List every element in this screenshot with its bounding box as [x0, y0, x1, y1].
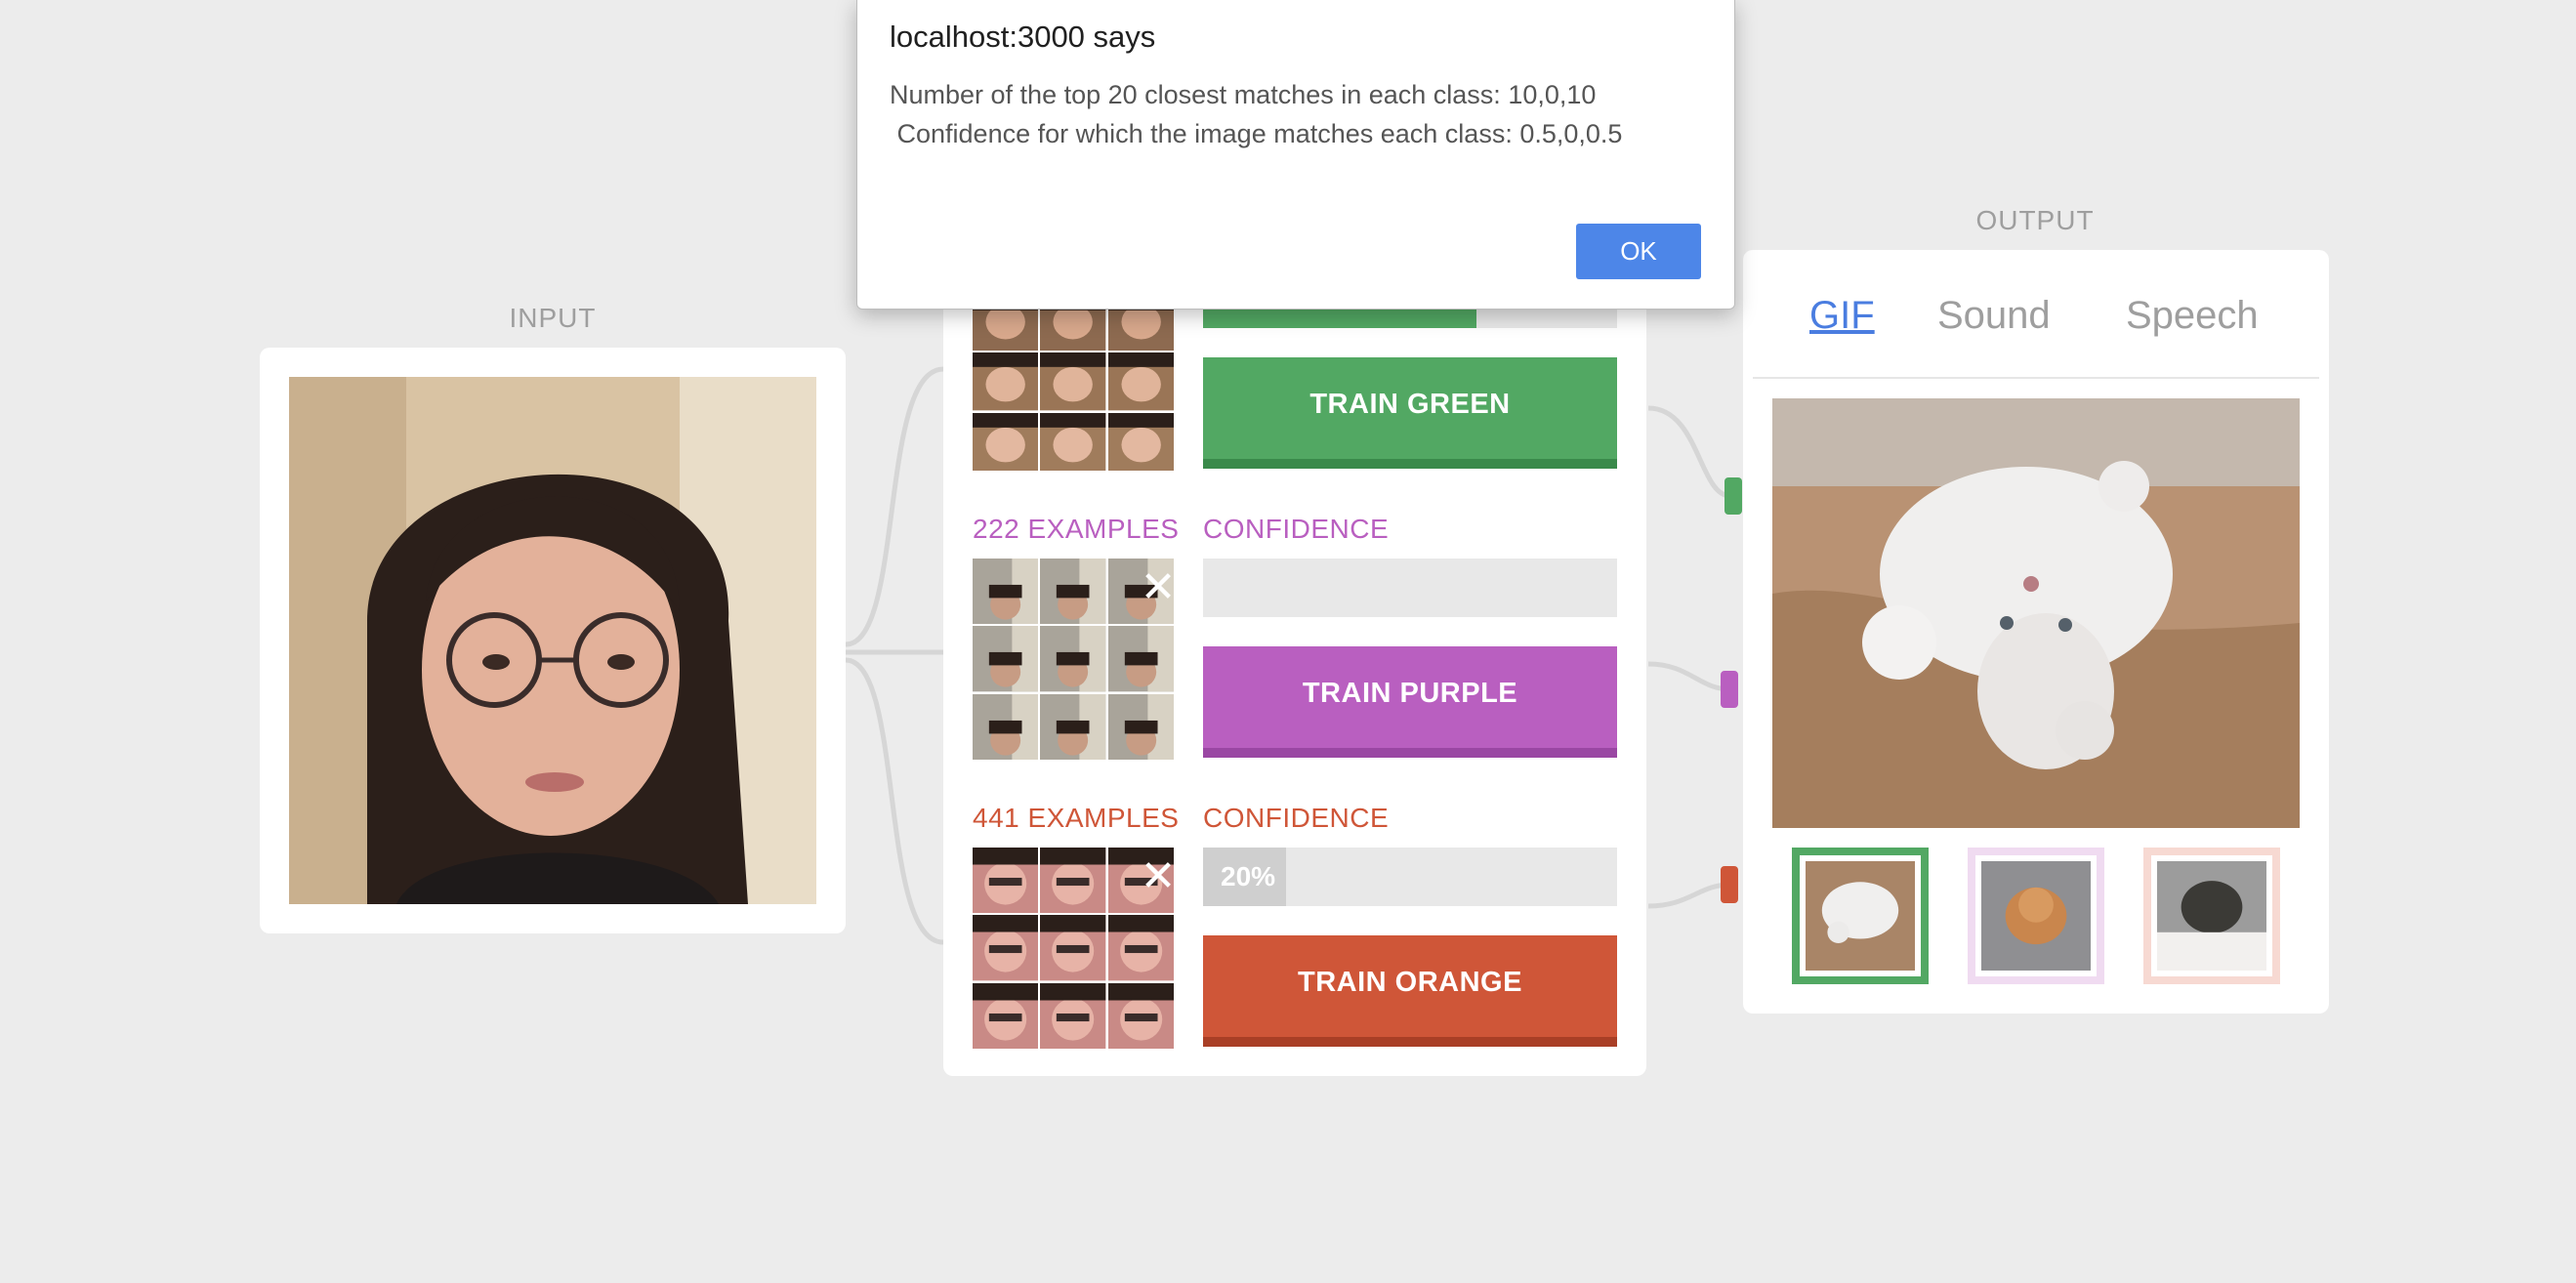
example-thumbnail	[1107, 982, 1174, 1049]
example-thumbnail	[1107, 626, 1174, 692]
output-gif-preview	[1772, 398, 2300, 828]
example-thumbnail	[1040, 848, 1106, 914]
gif-option-black-cat[interactable]	[2143, 848, 2280, 984]
example-thumbnail	[1107, 915, 1174, 981]
example-thumbnail	[1107, 352, 1174, 411]
output-card: GIF Sound Speech	[1743, 250, 2329, 1014]
train-purple-label: TRAIN PURPLE	[1302, 677, 1518, 709]
example-thumbnail	[973, 982, 1039, 1049]
gif-option-white-cat[interactable]	[1792, 848, 1929, 984]
example-thumbnail	[973, 352, 1039, 411]
example-thumbnail	[973, 848, 1039, 914]
example-thumbnail	[973, 693, 1039, 760]
example-thumbnail	[1040, 693, 1106, 760]
purple-confidence-label: CONFIDENCE	[1203, 514, 1390, 544]
tab-divider	[1753, 377, 2319, 379]
example-thumbnail	[973, 559, 1039, 625]
example-thumbnail	[1107, 412, 1174, 471]
orange-confidence-label: CONFIDENCE	[1203, 803, 1390, 833]
orange-confidence-fill: 20%	[1203, 848, 1286, 906]
train-green-button[interactable]: TRAIN GREEN	[1203, 357, 1617, 469]
white-cat-gif-icon	[1806, 861, 1915, 971]
train-orange-button[interactable]: TRAIN ORANGE	[1203, 935, 1617, 1047]
train-green-label: TRAIN GREEN	[1309, 388, 1511, 420]
input-label: INPUT	[509, 303, 597, 333]
output-label: OUTPUT	[1975, 205, 2095, 235]
clear-purple-examples-icon[interactable]: ✕	[1139, 566, 1178, 609]
example-thumbnail	[1040, 915, 1106, 981]
train-orange-label: TRAIN ORANGE	[1298, 966, 1522, 998]
green-example-thumbs	[973, 293, 1174, 471]
example-thumbnail	[1040, 559, 1106, 625]
tab-gif[interactable]: GIF	[1809, 294, 1875, 338]
example-thumbnail	[973, 626, 1039, 692]
example-thumbnail	[1040, 412, 1106, 471]
gif-option-orange-cat[interactable]	[1968, 848, 2104, 984]
train-purple-button[interactable]: TRAIN PURPLE	[1203, 646, 1617, 758]
example-thumbnail	[1040, 352, 1106, 411]
purple-confidence-bar	[1203, 559, 1617, 617]
purple-output-port	[1721, 671, 1738, 708]
orange-cat-gif-icon	[1981, 861, 2091, 971]
learning-card: TRAIN GREEN 222 EXAMPLES CONFIDENCE ✕ TR…	[943, 293, 1646, 1076]
ok-button[interactable]: OK	[1576, 224, 1701, 279]
input-card	[260, 348, 846, 933]
alert-dialog: localhost:3000 says Number of the top 20…	[856, 0, 1735, 310]
example-thumbnail	[973, 915, 1039, 981]
tab-sound[interactable]: Sound	[1937, 294, 2051, 338]
orange-examples-count: 441 EXAMPLES	[973, 803, 1180, 833]
dialog-title: localhost:3000 says	[890, 20, 1156, 54]
purple-examples-count: 222 EXAMPLES	[973, 514, 1180, 544]
orange-confidence-bar: 20%	[1203, 848, 1617, 906]
example-thumbnail	[973, 412, 1039, 471]
green-output-port	[1724, 477, 1742, 515]
clear-orange-examples-icon[interactable]: ✕	[1139, 855, 1178, 898]
dialog-message-line-2: Confidence for which the image matches e…	[890, 119, 1623, 148]
example-thumbnail	[1040, 982, 1106, 1049]
example-thumbnail	[1107, 693, 1174, 760]
example-thumbnail	[1040, 626, 1106, 692]
black-cat-gif-icon	[2157, 861, 2266, 971]
orange-output-port	[1721, 866, 1738, 903]
dialog-message-line-1: Number of the top 20 closest matches in …	[890, 80, 1597, 109]
orange-confidence-value: 20%	[1221, 861, 1276, 891]
tab-speech[interactable]: Speech	[2126, 294, 2259, 338]
webcam-preview	[289, 377, 816, 904]
